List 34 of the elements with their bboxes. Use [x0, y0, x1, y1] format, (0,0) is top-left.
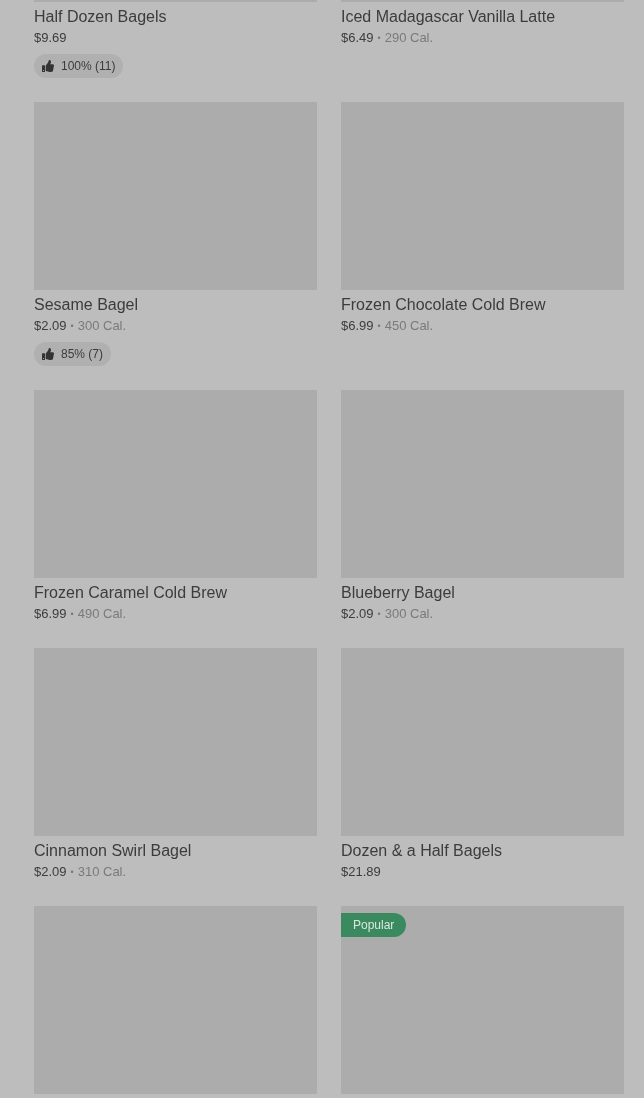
item-name[interactable]: Dozen & a Half Bagels	[341, 840, 624, 862]
item-name[interactable]: Frozen Chocolate Cold Brew	[341, 294, 624, 316]
item-calories: 300 Cal.	[77, 317, 127, 335]
thumbs-up-icon	[42, 348, 54, 360]
item-name[interactable]: Cinnamon Swirl Bagel	[34, 840, 317, 862]
separator-dot: •	[377, 608, 381, 621]
separator-dot: •	[377, 32, 381, 45]
item-name[interactable]: Sesame Bagel	[34, 294, 317, 316]
rating-text: 100% (11)	[61, 58, 116, 75]
item-name[interactable]: Iced Madagascar Vanilla Latte	[341, 6, 624, 28]
item-price: $21.89	[341, 863, 381, 881]
item-name[interactable]: Blueberry Bagel	[341, 582, 624, 604]
item-calories: 450 Cal.	[384, 317, 434, 335]
separator-dot: •	[70, 866, 74, 879]
item-price: $6.99	[34, 605, 67, 623]
item-price: $9.69	[34, 29, 67, 47]
rating-text: 85% (7)	[61, 346, 104, 363]
item-name[interactable]: Frozen Caramel Cold Brew	[34, 582, 317, 604]
item-calories: 290 Cal.	[384, 29, 434, 47]
item-price: $6.99	[341, 317, 374, 335]
item-calories: 490 Cal.	[77, 605, 127, 623]
item-price: $6.49	[341, 29, 374, 47]
item-calories: 310 Cal.	[77, 863, 127, 881]
item-price: $2.09	[34, 317, 67, 335]
thumbs-up-icon	[42, 60, 54, 72]
item-name[interactable]: Half Dozen Bagels	[34, 6, 317, 28]
popular-badge: Popular	[341, 913, 407, 937]
separator-dot: •	[70, 320, 74, 333]
item-price: $2.09	[341, 605, 374, 623]
separator-dot: •	[70, 608, 74, 621]
item-price: $2.09	[34, 863, 67, 881]
separator-dot: •	[377, 320, 381, 333]
item-calories: 300 Cal.	[384, 605, 434, 623]
item-image[interactable]: Popular	[341, 906, 624, 1094]
